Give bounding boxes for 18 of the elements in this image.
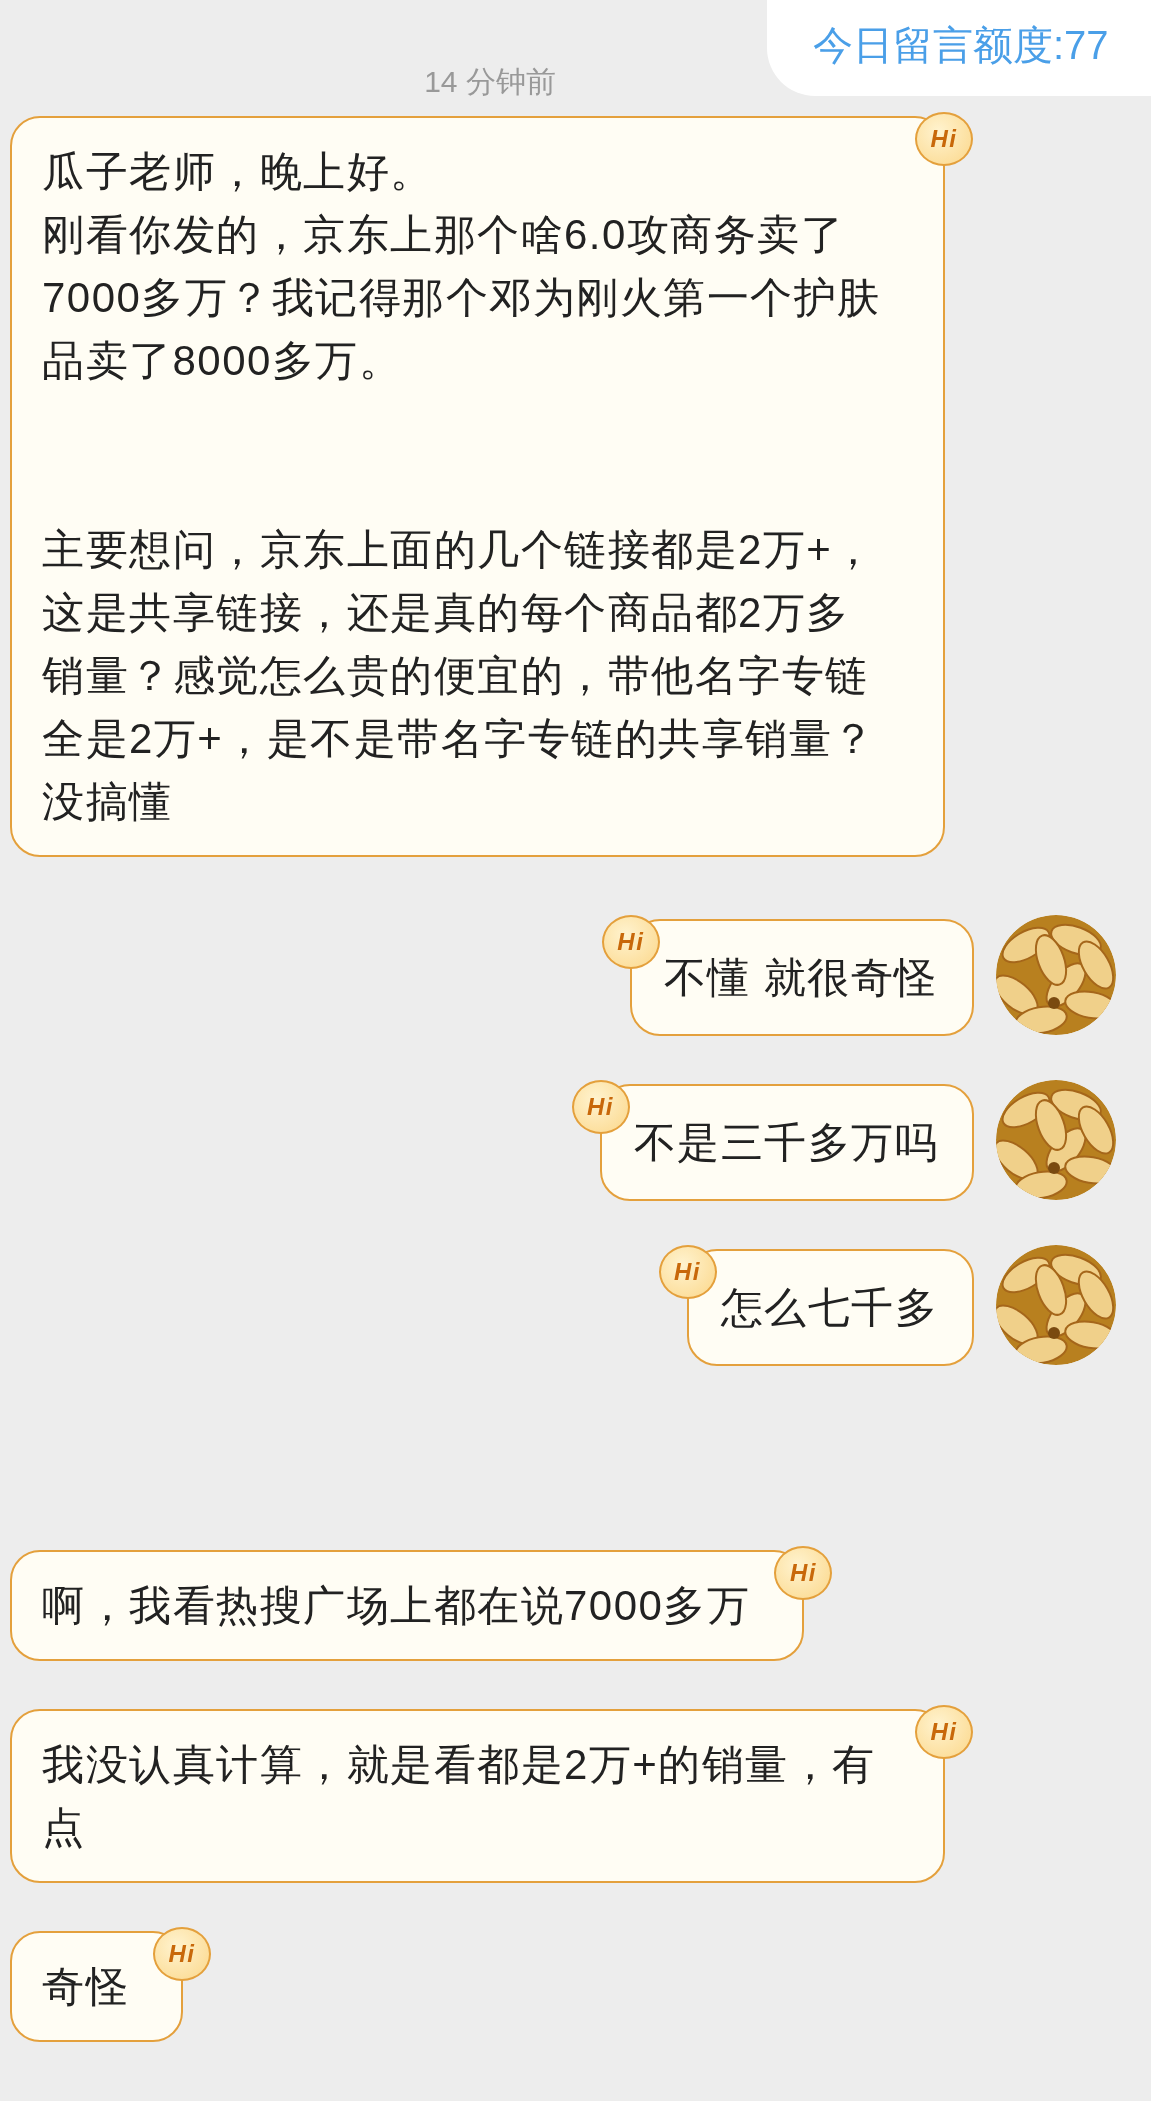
hi-sticker: Hi [915, 1705, 973, 1759]
message-text: 啊，我看热搜广场上都在说7000多万 [42, 1581, 751, 1631]
hi-sticker: Hi [153, 1927, 211, 1981]
hi-sticker: Hi [658, 1245, 717, 1299]
message-text: 刚看你发的，京东上那个啥6.0攻商务卖了7000多万？我记得那个邓为刚火第一个护肤品卖了8000多万。 [42, 210, 882, 386]
hi-sticker: Hi [774, 1546, 833, 1600]
message-text: 主要想问，京东上面的几个链接都是2万+，这是共享链接，还是真的每个商品都2万多销量？感觉怎么贵的便宜的，带他名字专链全是2万+，是不是带名字专链的共享销量？没搞懂 [42, 525, 877, 827]
hi-sticker: Hi [601, 915, 660, 969]
message-text: 奇怪 [42, 1962, 129, 2012]
hi-sticker: Hi [571, 1080, 630, 1134]
quota-label: 今日留言额度:77 [767, 0, 1151, 96]
timestamp: 14 分钟前 [423, 64, 557, 100]
message-text: 不懂 就很奇怪 [663, 953, 938, 1003]
message-text: 我没认真计算，就是看都是2万+的销量，有点 [42, 1740, 877, 1853]
message-text: 不是三千多万吗 [633, 1118, 938, 1168]
hi-sticker: Hi [915, 112, 973, 166]
message-text: 怎么七千多 [720, 1283, 938, 1333]
message-text: 瓜子老师，晚上好。 [42, 147, 435, 197]
